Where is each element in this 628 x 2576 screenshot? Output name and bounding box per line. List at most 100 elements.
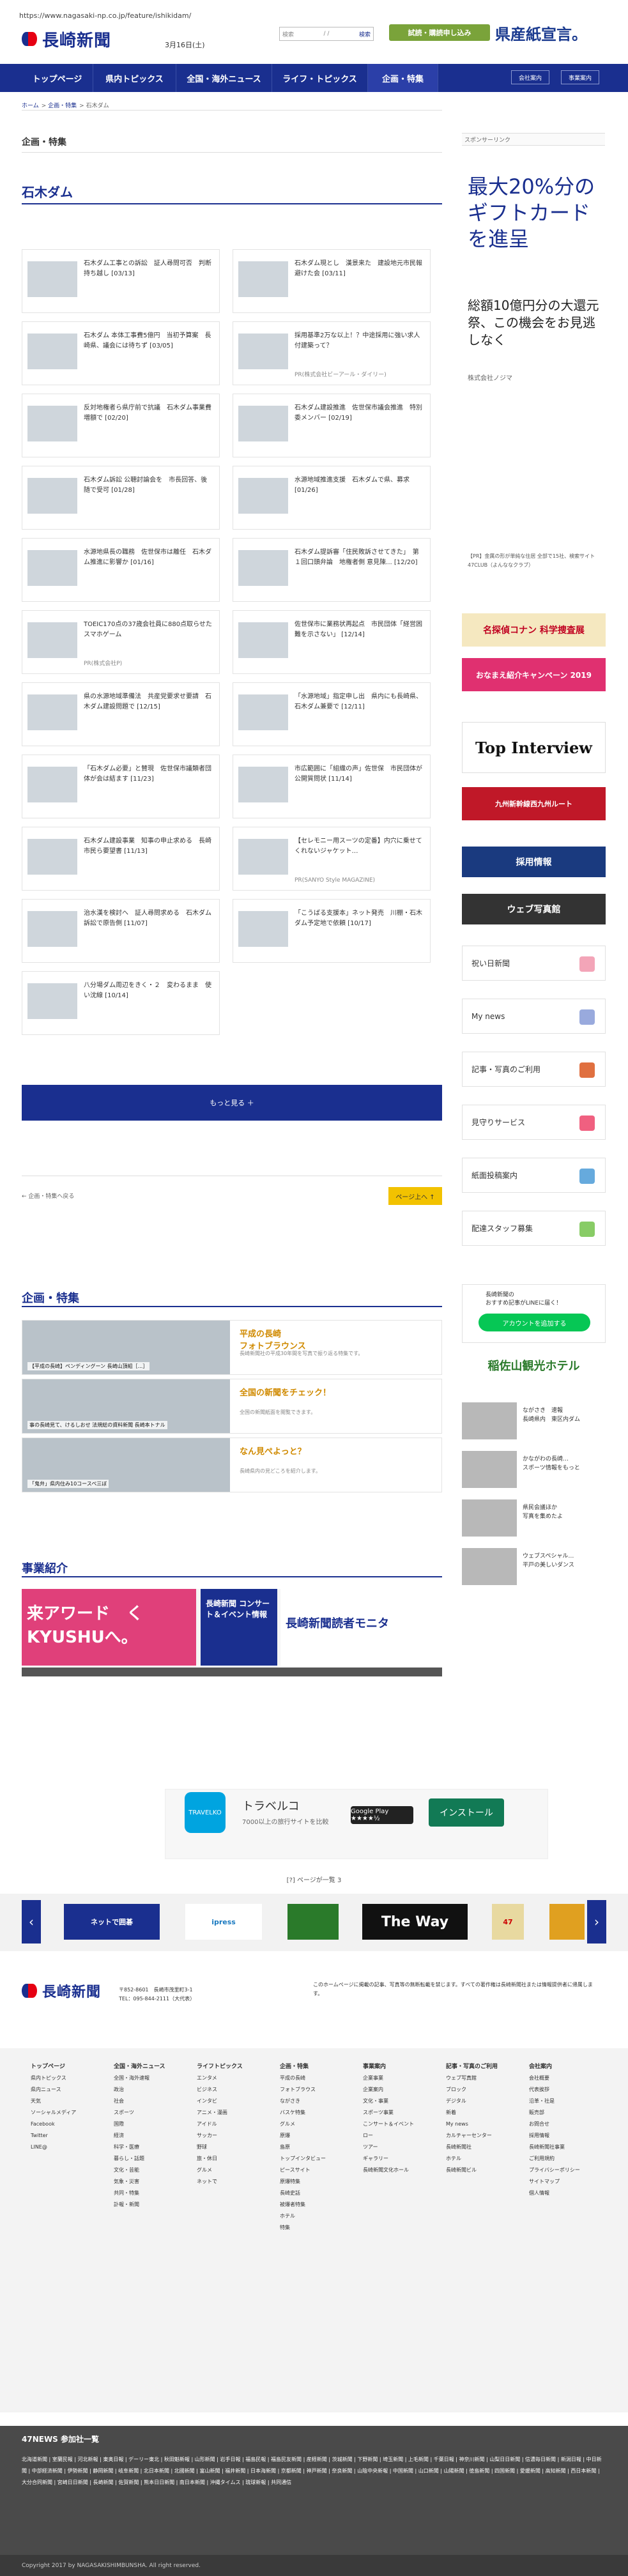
gift-ad-brand[interactable]: 株式会社ノジマ [468,372,512,382]
footer-link[interactable]: 個人情報 [529,2188,606,2199]
article-title[interactable]: 水源地県長の職務 佐世保市は離任 石木ダム推進に影響か [01/16] [84,548,213,568]
footer-link[interactable]: 長崎新聞文化ホール [363,2165,440,2176]
footer-link[interactable]: スポーツ [114,2107,190,2119]
article-card[interactable]: 県の水源地域準備法 共産党要求せ要請 石木ダム建設問題で [12/15] [22,682,220,746]
footer-link[interactable]: ホテル [280,2211,356,2222]
footer-link[interactable]: アニメ・漫画 [197,2107,273,2119]
nav-top[interactable]: トップページ [22,64,93,92]
sidebar-btn-watch[interactable]: 見守りサービス [462,1105,606,1140]
footer-link[interactable]: 長崎新聞社事業 [529,2142,606,2153]
chevron-left-icon[interactable]: ‹ [22,1900,41,1943]
feature-item[interactable]: 【平成の長崎】ペンディングーン 長崎山頂組［...］ 平成の長崎 フォトブラウンス… [22,1320,442,1375]
article-card[interactable]: 採用基準2万な以上！？中途採用に強い求人付建築って？ PR(株式会社ビーアール・ダ… [233,321,431,385]
sidebar-btn-delivery[interactable]: 配達スタッフ募集 [462,1211,606,1246]
article-card[interactable]: 八分場ダム周辺をきく・２ 変わるまま 使い沈線 [10/14] [22,971,220,1035]
news47-links[interactable]: 北海道新聞 | 室蘭民報 | 河北新報 | 東奥日報 | デーリー東北 | 秋田… [22,2454,606,2488]
google-play-badge[interactable]: Google Play ★★★★½ [351,1806,413,1824]
footer-link[interactable]: 企業案内 [363,2084,440,2096]
page-top-button[interactable]: ページ上へ ↑ [388,1187,442,1205]
article-title[interactable]: 「水源地域」指定申し出 県内にも長崎県、石木ダム兼要で [12/11] [295,692,424,712]
footer-link[interactable]: 県内トピックス [31,2073,107,2084]
footer-link[interactable]: 原爆 [280,2130,356,2142]
footer-link[interactable]: プライバシーポリシー [529,2165,606,2176]
footer-column-heading[interactable]: 会社案内 [529,2061,606,2073]
footer-column-heading[interactable]: 記事・写真のご利用 [446,2061,523,2073]
date-search[interactable]: 検索 / / 検索 [279,27,374,41]
article-card[interactable]: 石木ダム建設事業 知事の申止求める 長崎市民ら要望書 [11/13] [22,827,220,891]
footer-link[interactable]: 共同・特集 [114,2188,190,2199]
carousel-indicator-bar[interactable] [22,1667,442,1676]
footer-link[interactable]: ギャラリー [363,2153,440,2165]
footer-link[interactable]: 文化・芸能 [114,2165,190,2176]
feature-title[interactable]: 全国の新聞をチェック！ [240,1386,331,1398]
article-title[interactable]: 「こうばる支援本」ネット発売 川棚・石木ダム予定地で依頼 [10/17] [295,908,424,929]
footer-column-heading[interactable]: 全国・海外ニュース [114,2061,190,2073]
gift-ad-headline[interactable]: 最大20%分のギフトカードを進呈 [468,174,602,252]
footer-link[interactable]: 野球 [197,2142,273,2153]
footer-link[interactable]: カルチャーセンター [446,2130,523,2142]
trial-subscribe-button[interactable]: 試読・購読申し込み [389,24,490,41]
footer-link[interactable]: ご利用規約 [529,2153,606,2165]
article-card[interactable]: 佐世保市に業務状再起点 市民団体「経営困難を示さない」 [12/14] [233,610,431,674]
banner-other[interactable] [549,1904,585,1940]
article-title[interactable]: 石木ダム現とし 漢景来た 建設地元市民報避けた会 [03/11] [295,259,424,279]
footer-link[interactable]: デジタル [446,2096,523,2107]
footer-column-heading[interactable]: 企画・特集 [280,2061,356,2073]
footer-link[interactable]: Facebook [31,2119,107,2130]
back-link[interactable]: ← 企画・特集へ戻る [22,1192,74,1200]
footer-link[interactable]: アイドル [197,2119,273,2130]
banner-recruit[interactable]: 採用情報 [462,847,606,877]
footer-link[interactable]: 平成の長崎 [280,2073,356,2084]
footer-link[interactable]: 経済 [114,2130,190,2142]
footer-link[interactable]: サイトマップ [529,2176,606,2188]
promo-banner[interactable]: 県産紙宣言。 [495,22,610,43]
footer-link[interactable]: 国際 [114,2119,190,2130]
footer-link[interactable]: サッカー [197,2130,273,2142]
app-ad-banner[interactable]: TRAVELKO トラベルコ 7000以上の旅行サイトを比較 Google Pl… [165,1789,548,1859]
article-card[interactable]: 水源地域推進支援 石木ダムで県、募求 [01/26] [233,466,431,530]
side-news-item[interactable]: かながわの長崎… スポーツ情報をもっと [462,1451,606,1488]
footer-link[interactable]: 文化・事業 [363,2096,440,2107]
footer-link[interactable]: 社会 [114,2096,190,2107]
sidebar-btn-celebration[interactable]: 祝い日新聞 [462,946,606,981]
article-title[interactable]: 八分場ダム周辺をきく・２ 変わるまま 使い沈線 [10/14] [84,981,213,1001]
article-card[interactable]: 治水漢を検討へ 証人尋問求める 石木ダム訴訟で原告側 [11/07] [22,899,220,963]
footer-column-heading[interactable]: ライフトピックス [197,2061,273,2073]
footer-link[interactable]: 旅・休日 [197,2153,273,2165]
footer-link[interactable]: 長崎史話 [280,2188,356,2199]
feature-item[interactable]: 「鬼弁」県内住み10コースペ三ぼ なん見ぺよっと？ 長崎県内の見どころを紹介します。 [22,1438,442,1492]
footer-link[interactable]: 採用情報 [529,2130,606,2142]
article-card[interactable]: 「こうばる支援本」ネット発売 川棚・石木ダム予定地で依頼 [10/17] [233,899,431,963]
article-card[interactable]: 市広範囲に「組織の声」佐世保 市民団体が公開質問状 [11/14] [233,755,431,818]
sidebar-btn-article-use[interactable]: 記事・写真のご利用 [462,1052,606,1087]
sidebar-btn-submission[interactable]: 紙面投稿案内 [462,1158,606,1193]
article-card[interactable]: 石木ダム訴訟 公聴討論会を 市長回答、後随で受可 [01/28] [22,466,220,530]
footer-link[interactable]: LINE@ [31,2142,107,2153]
footer-link[interactable]: 原爆特集 [280,2176,356,2188]
business-slide-award[interactable]: 来アワード くKYUSHUへ。 [22,1589,196,1666]
footer-link[interactable]: ネットで [197,2176,273,2188]
footer-logo[interactable]: 長崎新聞 [22,1977,101,2004]
article-title[interactable]: 採用基準2万な以上！？中途採用に強い求人付建築って？ [295,331,424,351]
banner-theway[interactable]: The Way [362,1904,468,1940]
article-card[interactable]: 石木ダム建設推進 佐世保市議会推進 特別委メンバー [02/19] [233,394,431,457]
article-card[interactable]: 石木ダム提訴審「住民敗訴させてきた」 第１回口頭弁論 地権者側 意見陳... [… [233,538,431,602]
footer-link[interactable]: 島原 [280,2142,356,2153]
article-card[interactable]: 「石木ダム必要」と賛現 佐世保市議類者団体が会は結ます [11/23] [22,755,220,818]
footer-link[interactable]: 天気 [31,2096,107,2107]
footer-link[interactable]: グルメ [280,2119,356,2130]
banner-shinkansen[interactable]: 九州新幹線西九州ルート [462,787,606,820]
banner-igo[interactable]: ネットで囲碁 [64,1904,160,1940]
footer-link[interactable]: ピースサイト [280,2165,356,2176]
footer-link[interactable]: バスケ特集 [280,2107,356,2119]
article-card[interactable]: TOEIC170点の37歳会社員に880点取らせたスマホゲーム PR(株式会社P) [22,610,220,674]
sidebar-btn-mynews[interactable]: My news [462,999,606,1034]
article-card[interactable]: 石木ダム現とし 漢景来た 建設地元市民報避けた会 [03/11] [233,249,431,313]
article-card[interactable]: 石木ダム 本体工事費5億円 当初予算案 長崎県、議会には待ちず [03/05] [22,321,220,385]
footer-link[interactable]: 暮らし・話題 [114,2153,190,2165]
footer-link[interactable]: ブロック [446,2084,523,2096]
side-news-item[interactable]: ながさき 速報 長崎県内 東区内ダム [462,1402,606,1439]
banner-conan[interactable]: 名探偵コナン 科学捜査展 [462,613,606,647]
footer-link[interactable]: こンサート＆イベント [363,2119,440,2130]
footer-link[interactable]: My news [446,2119,523,2130]
